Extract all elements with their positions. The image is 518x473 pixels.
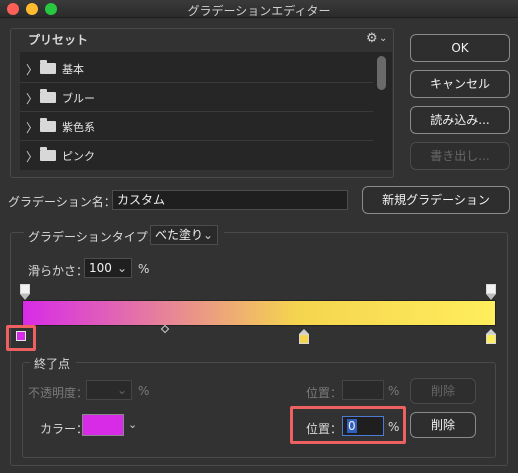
preset-folder-label: 基本 <box>62 63 84 76</box>
preset-folder-label: ピンク <box>62 150 95 163</box>
stops-group-label: 終了点 <box>34 357 71 371</box>
smoothness-value: 100 <box>89 261 112 275</box>
color-stop-start[interactable] <box>16 331 26 341</box>
preset-folder-label: 紫色系 <box>62 121 95 134</box>
delete-opacity-stop-button[interactable]: 削除 <box>410 378 476 404</box>
chevron-right-icon[interactable]: 〉 <box>26 61 38 78</box>
preset-folder-row[interactable]: 〉 基本 <box>20 55 373 83</box>
opacity-location-label: 位置： <box>306 386 343 400</box>
presets-label: プリセット <box>28 33 89 47</box>
opacity-input[interactable]: ⌄ <box>86 380 132 400</box>
chevron-right-icon[interactable]: 〉 <box>26 148 38 165</box>
opacity-label: 不透明度： <box>28 386 89 400</box>
new-gradient-button[interactable]: 新規グラデーション <box>362 186 510 214</box>
opacity-location-input[interactable] <box>342 380 384 400</box>
gradient-type-select[interactable]: べた塗り ⌄ <box>150 225 218 245</box>
color-location-unit: % <box>388 420 400 434</box>
folder-icon <box>40 89 56 103</box>
folder-icon <box>40 60 56 74</box>
preset-folder-row[interactable]: 〉 紫色系 <box>20 113 373 141</box>
gradient-preview-bar[interactable] <box>22 300 496 326</box>
smoothness-unit: % <box>138 262 150 276</box>
preset-folder-row[interactable]: 〉 ピンク <box>20 142 373 170</box>
gradient-type-value: べた塗り <box>155 228 204 242</box>
preset-folder-row[interactable]: 〉 ブルー <box>20 84 373 112</box>
gradient-type-label: グラデーションタイプ： <box>28 230 160 244</box>
load-button[interactable]: 読み込み... <box>410 106 510 134</box>
opacity-unit: % <box>138 384 150 398</box>
presets-menu-chevron-icon[interactable]: ⌄ <box>379 33 387 44</box>
window-title: グラデーションエディター <box>187 4 331 18</box>
opacity-stop-left[interactable] <box>20 284 30 294</box>
ok-button[interactable]: OK <box>410 34 510 62</box>
presets-scrollbar[interactable] <box>377 56 386 90</box>
chevron-down-icon[interactable]: ⌄ <box>128 418 137 431</box>
export-button[interactable]: 書き出し... <box>410 142 510 170</box>
preset-folder-label: ブルー <box>62 92 95 105</box>
color-label: カラー： <box>40 422 89 436</box>
opacity-stop-right[interactable] <box>486 284 496 294</box>
chevron-down-icon[interactable]: ⌄ <box>117 259 127 277</box>
chevron-right-icon[interactable]: 〉 <box>26 90 38 107</box>
folder-icon <box>40 118 56 132</box>
gradient-name-input[interactable]: カスタム <box>112 190 348 210</box>
presets-settings-gear-icon[interactable]: ⚙ <box>366 31 378 46</box>
stops-group-panel <box>22 362 496 458</box>
color-location-input[interactable]: 0 <box>342 416 384 436</box>
chevron-down-icon[interactable]: ⌄ <box>203 226 213 244</box>
smoothness-input[interactable]: 100 ⌄ <box>84 258 132 278</box>
color-stop-middle[interactable] <box>299 334 309 344</box>
opacity-location-unit: % <box>388 384 400 398</box>
delete-color-stop-button[interactable]: 削除 <box>410 412 476 438</box>
color-location-value: 0 <box>347 419 357 433</box>
folder-icon <box>40 147 56 161</box>
gradient-name-label: グラデーション名： <box>8 195 116 209</box>
color-stop-end[interactable] <box>486 334 496 344</box>
smoothness-label: 滑らかさ： <box>28 264 89 278</box>
color-location-label: 位置： <box>306 422 343 436</box>
chevron-right-icon[interactable]: 〉 <box>26 119 38 136</box>
cancel-button[interactable]: キャンセル <box>410 70 510 98</box>
chevron-down-icon[interactable]: ⌄ <box>117 381 127 399</box>
color-swatch[interactable] <box>82 414 124 436</box>
